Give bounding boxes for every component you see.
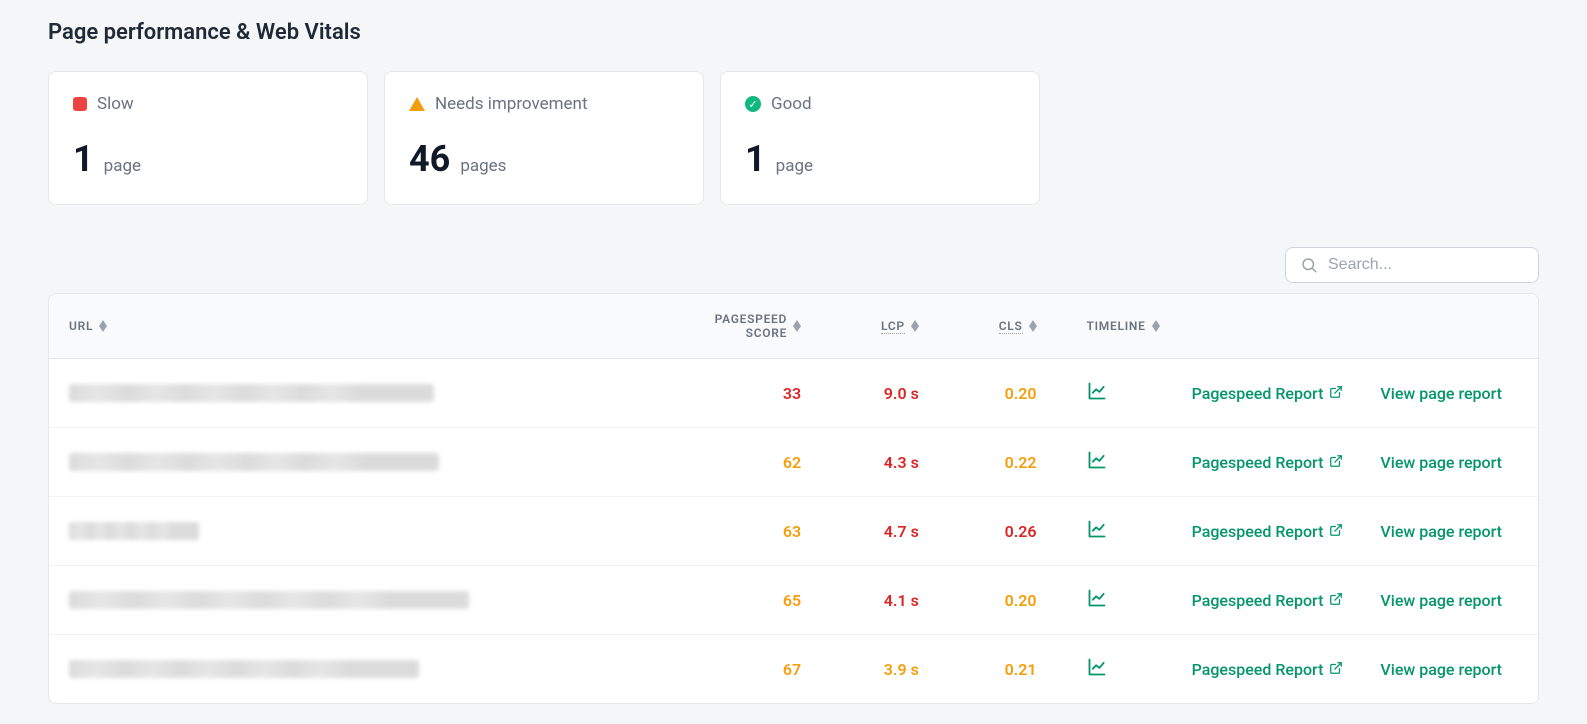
card-value-line: 1 page: [745, 138, 1015, 180]
view-page-report-link[interactable]: View page report: [1380, 660, 1502, 679]
cls-value: 0.26: [1005, 522, 1037, 541]
sort-icon: [793, 320, 801, 332]
cls-value: 0.22: [1005, 453, 1037, 472]
table-row: 33 9.0 s 0.20 Pagespeed Report View page rep…: [49, 359, 1538, 428]
timeline-chart-icon[interactable]: [1087, 593, 1107, 612]
col-header-url[interactable]: URL: [69, 319, 107, 333]
view-page-report-link[interactable]: View page report: [1380, 522, 1502, 541]
good-icon: ✓: [745, 96, 761, 112]
card-count: 46: [409, 138, 450, 180]
timeline-chart-icon[interactable]: [1087, 386, 1107, 405]
url-cell-redacted[interactable]: [69, 591, 469, 609]
slow-icon: [73, 97, 87, 111]
summary-cards-row: Slow1pageNeeds improvement46pages✓Good1p…: [48, 71, 1539, 205]
table-row: 63 4.7 s 0.26 Pagespeed Report View page rep…: [49, 497, 1538, 566]
summary-card: Needs improvement 46 pages: [384, 71, 704, 205]
pagespeed-score: 62: [783, 453, 801, 472]
search-wrap: [48, 247, 1539, 283]
search-box[interactable]: [1285, 247, 1539, 283]
lcp-value: 9.0 s: [884, 384, 919, 403]
pagespeed-report-link[interactable]: Pagespeed Report: [1192, 660, 1344, 679]
pagespeed-report-link[interactable]: Pagespeed Report: [1192, 453, 1344, 472]
card-header: ✓ Good: [745, 94, 1015, 114]
sort-icon: [1029, 320, 1037, 332]
card-unit: page: [776, 156, 813, 176]
card-unit: page: [104, 156, 141, 176]
card-count: 1: [745, 138, 766, 180]
cls-value: 0.21: [1005, 660, 1037, 679]
pagespeed-report-label: Pagespeed Report: [1192, 660, 1324, 679]
view-page-report-link[interactable]: View page report: [1380, 384, 1502, 403]
cls-value: 0.20: [1005, 384, 1037, 403]
external-link-icon: [1329, 384, 1343, 403]
card-label: Needs improvement: [435, 94, 588, 114]
search-icon: [1300, 256, 1318, 274]
performance-table: URL PAGESPEED SCORE LCP: [49, 294, 1538, 703]
table-row: 62 4.3 s 0.22 Pagespeed Report View page rep…: [49, 428, 1538, 497]
lcp-value: 3.9 s: [884, 660, 919, 679]
summary-card: ✓ Good 1 page: [720, 71, 1040, 205]
page-title: Page performance & Web Vitals: [48, 20, 1539, 45]
col-header-url-label: URL: [69, 319, 93, 333]
search-input[interactable]: [1328, 256, 1524, 274]
external-link-icon: [1329, 591, 1343, 610]
card-header: Needs improvement: [409, 94, 679, 114]
card-unit: pages: [460, 156, 506, 176]
pagespeed-score: 33: [783, 384, 801, 403]
lcp-value: 4.3 s: [884, 453, 919, 472]
card-value-line: 46 pages: [409, 138, 679, 180]
external-link-icon: [1329, 522, 1343, 541]
cls-value: 0.20: [1005, 591, 1037, 610]
table-row: 65 4.1 s 0.20 Pagespeed Report View page rep…: [49, 566, 1538, 635]
sort-icon: [99, 320, 107, 332]
url-cell-redacted[interactable]: [69, 522, 199, 540]
pagespeed-score: 67: [783, 660, 801, 679]
external-link-icon: [1329, 660, 1343, 679]
card-label: Slow: [97, 94, 134, 114]
url-cell-redacted[interactable]: [69, 384, 434, 402]
pagespeed-report-label: Pagespeed Report: [1192, 522, 1324, 541]
pagespeed-report-link[interactable]: Pagespeed Report: [1192, 384, 1344, 403]
table-wrap: URL PAGESPEED SCORE LCP: [48, 293, 1539, 704]
col-header-timeline-label: TIMELINE: [1087, 319, 1146, 333]
col-header-lcp[interactable]: LCP: [881, 319, 919, 334]
timeline-chart-icon[interactable]: [1087, 524, 1107, 543]
col-header-pagespeed[interactable]: PAGESPEED SCORE: [685, 312, 801, 340]
col-header-cls-label: CLS: [999, 319, 1023, 334]
view-page-report-link[interactable]: View page report: [1380, 591, 1502, 610]
lcp-value: 4.7 s: [884, 522, 919, 541]
pagespeed-report-label: Pagespeed Report: [1192, 384, 1324, 403]
timeline-chart-icon[interactable]: [1087, 662, 1107, 681]
col-header-pagespeed-label: PAGESPEED SCORE: [685, 312, 787, 340]
needs-improvement-icon: [409, 97, 425, 111]
card-header: Slow: [73, 94, 343, 114]
url-cell-redacted[interactable]: [69, 453, 439, 471]
col-header-timeline[interactable]: TIMELINE: [1087, 319, 1160, 333]
sort-icon: [911, 320, 919, 332]
card-count: 1: [73, 138, 94, 180]
summary-card: Slow 1 page: [48, 71, 368, 205]
col-header-lcp-label: LCP: [881, 319, 905, 334]
sort-icon: [1152, 320, 1160, 332]
card-value-line: 1 page: [73, 138, 343, 180]
view-page-report-link[interactable]: View page report: [1380, 453, 1502, 472]
pagespeed-report-label: Pagespeed Report: [1192, 453, 1324, 472]
lcp-value: 4.1 s: [884, 591, 919, 610]
table-row: 67 3.9 s 0.21 Pagespeed Report View page rep…: [49, 635, 1538, 704]
card-label: Good: [771, 94, 812, 114]
pagespeed-report-label: Pagespeed Report: [1192, 591, 1324, 610]
timeline-chart-icon[interactable]: [1087, 455, 1107, 474]
col-header-cls[interactable]: CLS: [999, 319, 1037, 334]
url-cell-redacted[interactable]: [69, 660, 419, 678]
pagespeed-score: 65: [783, 591, 801, 610]
external-link-icon: [1329, 453, 1343, 472]
pagespeed-report-link[interactable]: Pagespeed Report: [1192, 522, 1344, 541]
pagespeed-score: 63: [783, 522, 801, 541]
pagespeed-report-link[interactable]: Pagespeed Report: [1192, 591, 1344, 610]
